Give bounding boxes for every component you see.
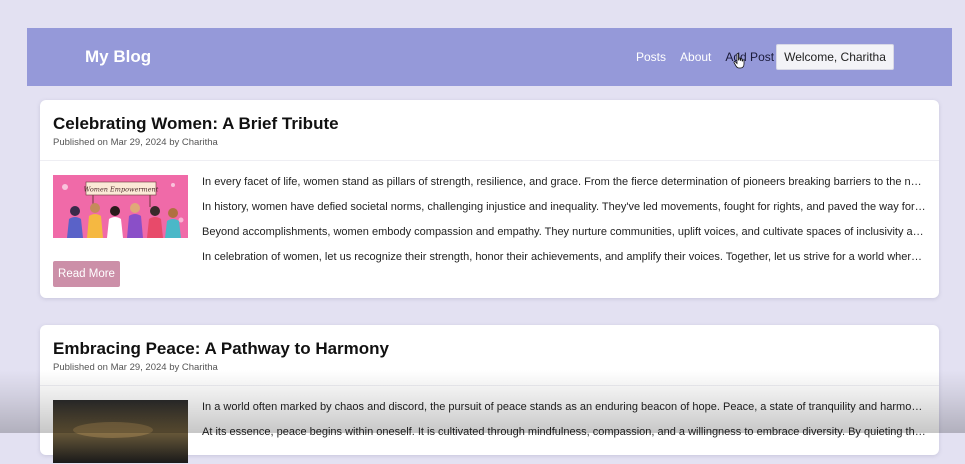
post-body: In a world often marked by chaos and dis… <box>40 386 939 464</box>
post-thumbnail: Women Empowerment <box>53 175 188 238</box>
welcome-button[interactable]: Welcome, Charitha <box>776 44 894 70</box>
post-paragraph: In every facet of life, women stand as p… <box>202 176 926 188</box>
post-card: Celebrating Women: A Brief Tribute Publi… <box>40 100 939 298</box>
read-more-button[interactable]: Read More <box>53 261 120 287</box>
post-paragraph: In a world often marked by chaos and dis… <box>202 401 926 413</box>
nav-posts-link[interactable]: Posts <box>636 50 666 64</box>
post-meta: Published on Mar 29, 2024 by Charitha <box>53 137 218 148</box>
post-paragraph: In celebration of women, let us recogniz… <box>202 251 926 263</box>
nav-links: Posts About Add Post <box>636 50 774 64</box>
navbar: My Blog Posts About Add Post Welcome, Ch… <box>27 28 952 86</box>
post-meta: Published on Mar 29, 2024 by Charitha <box>53 362 218 373</box>
post-thumbnail <box>53 400 188 463</box>
post-paragraph: Beyond accomplishments, women embody com… <box>202 226 926 238</box>
post-excerpt: In every facet of life, women stand as p… <box>202 175 926 275</box>
post-body: Women Empowerment In every facet of life… <box>40 161 939 289</box>
post-header: Celebrating Women: A Brief Tribute Publi… <box>40 100 939 161</box>
post-paragraph: In history, women have defied societal n… <box>202 201 926 213</box>
post-excerpt: In a world often marked by chaos and dis… <box>202 400 926 450</box>
nav-about-link[interactable]: About <box>680 50 711 64</box>
post-header: Embracing Peace: A Pathway to Harmony Pu… <box>40 325 939 386</box>
post-title[interactable]: Embracing Peace: A Pathway to Harmony <box>53 339 926 359</box>
post-title[interactable]: Celebrating Women: A Brief Tribute <box>53 114 926 134</box>
brand-logo[interactable]: My Blog <box>85 47 151 67</box>
post-card: Embracing Peace: A Pathway to Harmony Pu… <box>40 325 939 463</box>
hand-pointer-icon <box>733 53 745 69</box>
post-paragraph: At its essence, peace begins within ones… <box>202 426 926 438</box>
thumbnail-sign-text: Women Empowerment <box>84 186 159 194</box>
